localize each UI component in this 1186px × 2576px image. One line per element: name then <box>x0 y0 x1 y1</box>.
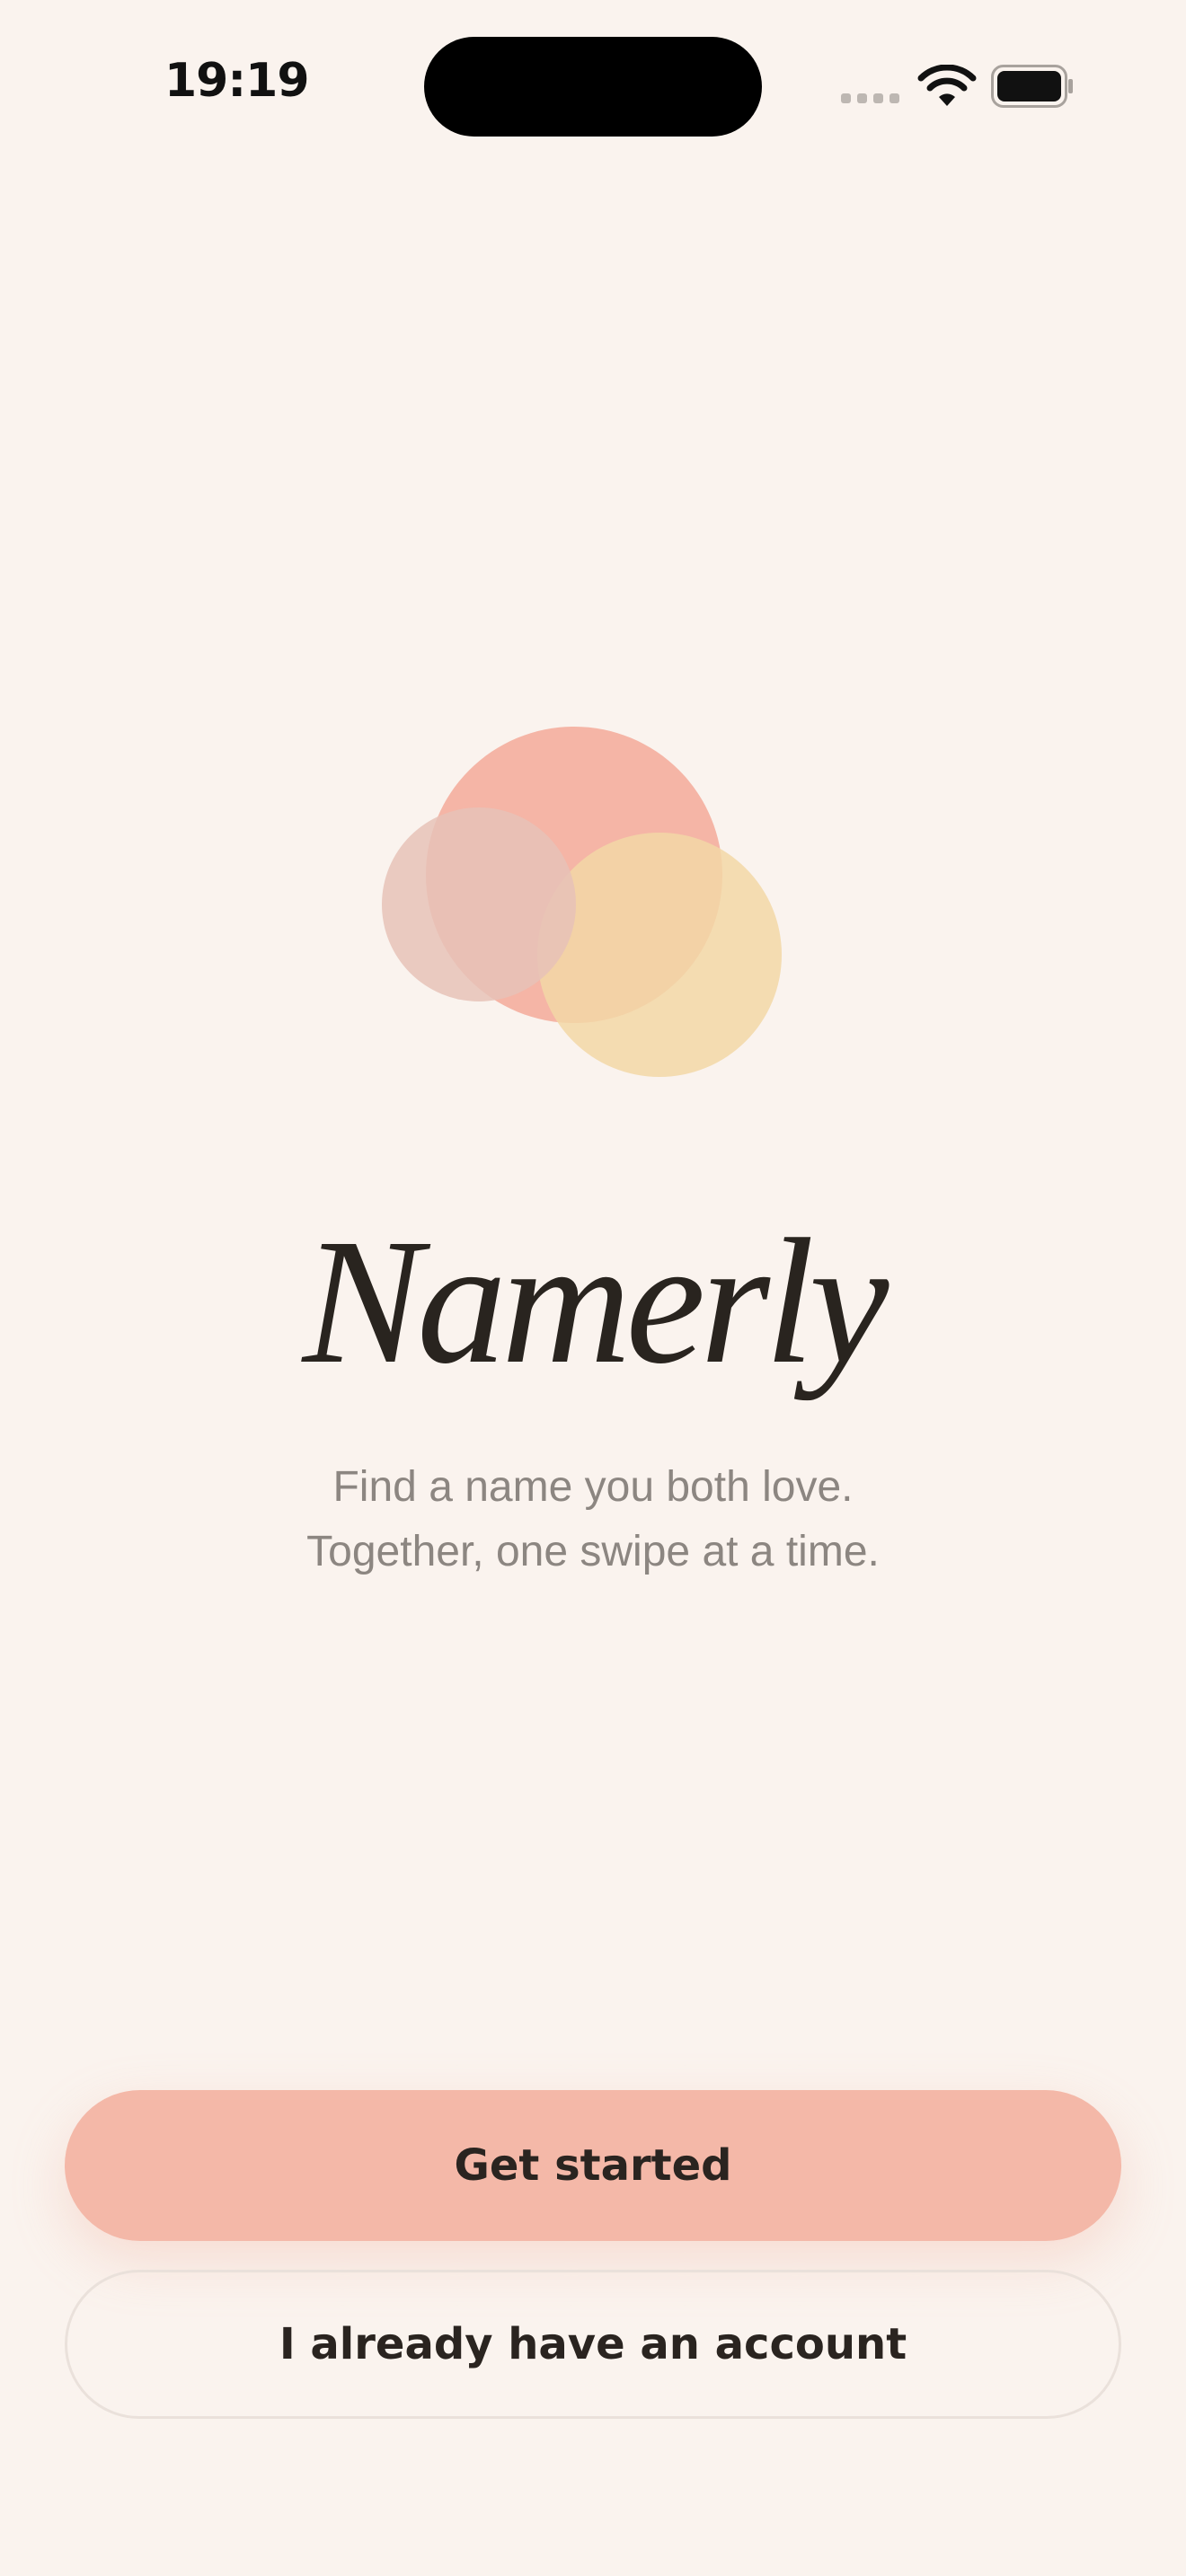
logo-circle-butter <box>537 833 782 1077</box>
logo-circle-blush <box>382 807 576 1001</box>
overlapping-circles-logo <box>382 727 782 1077</box>
battery-icon <box>991 65 1073 108</box>
wifi-icon <box>917 65 977 106</box>
tagline: Find a name you both love. Together, one… <box>0 1455 1186 1584</box>
tagline-line-1: Find a name you both love. <box>332 1463 854 1511</box>
sign-in-button[interactable]: I already have an account <box>65 2270 1121 2419</box>
get-started-button[interactable]: Get started <box>65 2090 1121 2241</box>
status-time: 19:19 <box>164 54 310 108</box>
tagline-line-2: Together, one swipe at a time. <box>306 1528 880 1575</box>
cellular-signal-icon <box>841 93 900 104</box>
dynamic-island <box>424 37 762 137</box>
brand-title: Namerly <box>302 1203 890 1401</box>
